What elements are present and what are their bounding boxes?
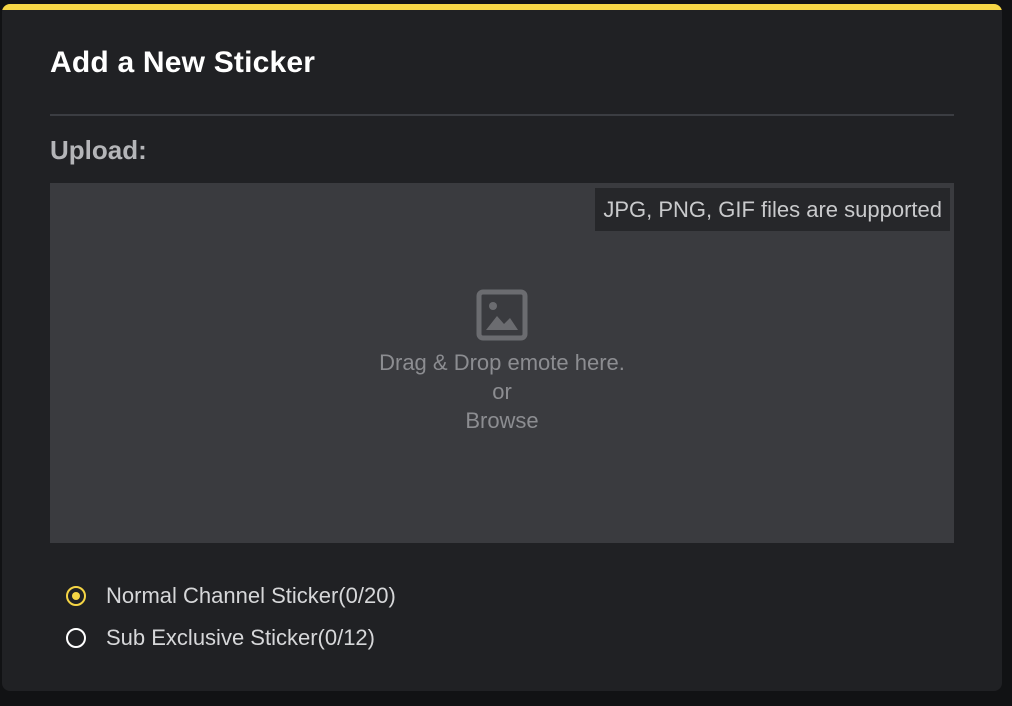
title-divider: [50, 114, 954, 116]
browse-link[interactable]: Browse: [50, 406, 954, 435]
radio-button-selected[interactable]: [66, 586, 86, 606]
drop-hint-text: Drag & Drop emote here.: [379, 350, 625, 375]
dropzone-content: Drag & Drop emote here. or Browse: [50, 289, 954, 435]
modal-title: Add a New Sticker: [50, 46, 316, 79]
add-sticker-modal: Add a New Sticker Upload: JPG, PNG, GIF …: [2, 4, 1002, 691]
sticker-type-radio-group: Normal Channel Sticker(0/20) Sub Exclusi…: [66, 575, 396, 659]
upload-dropzone[interactable]: JPG, PNG, GIF files are supported Drag &…: [50, 183, 954, 543]
modal-accent-bar: [2, 4, 1002, 10]
radio-normal-channel-sticker[interactable]: Normal Channel Sticker(0/20): [66, 575, 396, 617]
upload-label: Upload:: [50, 135, 147, 165]
radio-label-normal-channel-sticker: Normal Channel Sticker(0/20): [106, 583, 396, 608]
radio-sub-exclusive-sticker[interactable]: Sub Exclusive Sticker(0/12): [66, 617, 396, 659]
radio-button-unselected[interactable]: [66, 628, 86, 648]
supported-formats-note: JPG, PNG, GIF files are supported: [595, 188, 950, 231]
image-icon: [476, 289, 528, 341]
radio-label-sub-exclusive-sticker: Sub Exclusive Sticker(0/12): [106, 625, 375, 650]
or-text: or: [492, 379, 512, 404]
